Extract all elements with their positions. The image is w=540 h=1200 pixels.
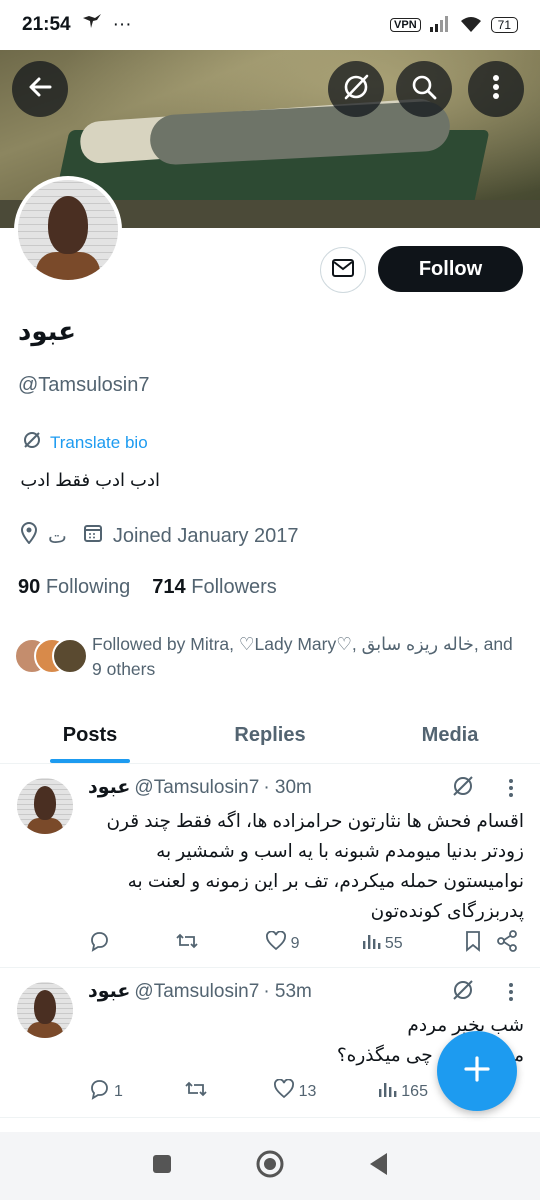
repost-icon — [184, 1078, 208, 1105]
heart-icon — [273, 1078, 295, 1104]
system-nav-bar — [0, 1132, 540, 1200]
avatar[interactable] — [17, 778, 73, 834]
followers-link[interactable]: 714 Followers — [152, 576, 277, 599]
profile-bio: ادب ادب فقط ادب — [20, 470, 160, 490]
views-button[interactable]: 55 — [361, 931, 403, 956]
back-button[interactable] — [12, 61, 68, 117]
followed-by[interactable]: Followed by Mitra, ♡Lady Mary♡, خاله ریز… — [14, 632, 524, 682]
following-label: Following — [45, 576, 131, 598]
profile-meta: ت Joined January 2017 — [20, 522, 299, 550]
post-item[interactable]: عبود @Tamsulosin7 · 30m اقسام فحش ها نثا… — [0, 764, 540, 968]
battery-indicator: 71 — [490, 17, 518, 33]
post-header: عبود @Tamsulosin7 · 53m — [88, 980, 312, 1003]
profile-avatar[interactable] — [14, 176, 122, 284]
reply-button[interactable] — [88, 930, 114, 957]
avatar — [52, 638, 88, 674]
search-button[interactable] — [396, 61, 452, 117]
profile-handle: @Tamsulosin7 — [18, 374, 150, 396]
joined-date: Joined January 2017 — [112, 524, 299, 547]
more-button[interactable] — [468, 61, 524, 117]
post-more-icon[interactable] — [508, 982, 514, 1007]
vpn-badge: VPN — [390, 18, 421, 32]
tab-media[interactable]: Media — [360, 708, 540, 763]
circle-icon[interactable] — [255, 1149, 285, 1184]
like-button[interactable]: 9 — [265, 930, 300, 956]
avatar[interactable] — [17, 982, 73, 1038]
post-author-handle[interactable]: @Tamsulosin7 — [134, 777, 259, 799]
status-bar: 21:54 ··· VPN 71 — [0, 0, 540, 50]
wifi-icon — [459, 15, 483, 36]
grok-icon[interactable] — [451, 978, 475, 1007]
signal-icon — [429, 15, 451, 36]
post-author-handle[interactable]: @Tamsulosin7 — [134, 981, 259, 1003]
location-icon — [20, 522, 38, 550]
post-time: · 30m — [263, 776, 312, 798]
bird-icon — [81, 12, 103, 38]
follow-button[interactable]: Follow — [378, 246, 523, 292]
compose-button[interactable] — [437, 1031, 517, 1111]
tab-posts[interactable]: Posts — [0, 708, 180, 763]
post-more-icon[interactable] — [508, 778, 514, 803]
view-count: 55 — [384, 934, 403, 952]
message-button[interactable] — [320, 247, 366, 293]
arrow-left-icon — [26, 73, 54, 106]
mail-icon — [331, 258, 355, 283]
reply-icon — [88, 930, 110, 957]
followers-label: Followers — [191, 576, 277, 598]
repost-button[interactable] — [184, 1078, 212, 1105]
profile-location: ت — [48, 525, 67, 548]
grok-icon[interactable] — [451, 774, 475, 803]
grok-icon — [22, 430, 42, 455]
following-count: 90 — [18, 576, 41, 598]
post-actions: 9 55 — [88, 930, 518, 957]
post-time: · 53m — [263, 980, 312, 1002]
repost-icon — [175, 930, 199, 957]
overflow-indicator: ··· — [112, 14, 132, 35]
translate-bio-label: Translate bio — [50, 432, 148, 452]
like-button[interactable]: 13 — [273, 1078, 317, 1104]
followers-count: 714 — [152, 576, 186, 598]
triangle-back-icon[interactable] — [367, 1151, 389, 1182]
views-button[interactable]: 165 — [377, 1079, 428, 1104]
share-icon[interactable] — [496, 930, 518, 957]
more-vertical-icon — [492, 74, 500, 105]
reply-button[interactable]: 1 — [88, 1078, 123, 1105]
view-count: 165 — [401, 1082, 428, 1100]
post-text: اقسام فحش ها نثارتون حرامزاده ها، اگه فق… — [106, 810, 524, 921]
reply-icon — [88, 1078, 110, 1105]
post-header: عبود @Tamsulosin7 · 30m — [88, 776, 312, 799]
profile-tabs: Posts Replies Media — [0, 708, 540, 764]
calendar-icon — [83, 523, 103, 549]
followed-by-avatars — [14, 638, 88, 678]
clock: 21:54 — [22, 14, 71, 35]
grok-button[interactable] — [328, 61, 384, 117]
post-author-name[interactable]: عبود — [88, 980, 130, 1003]
translate-bio-link[interactable]: Translate bio — [22, 430, 148, 455]
followed-by-text: Followed by Mitra, ♡Lady Mary♡, خاله ریز… — [92, 634, 513, 679]
grok-icon — [341, 72, 371, 107]
like-count: 9 — [290, 934, 300, 952]
post-author-name[interactable]: عبود — [88, 776, 130, 799]
views-icon — [361, 931, 381, 956]
search-icon — [410, 73, 438, 106]
like-count: 13 — [298, 1082, 317, 1100]
heart-icon — [265, 930, 287, 956]
square-icon[interactable] — [151, 1153, 173, 1180]
follow-counts: 90 Following 714 Followers — [18, 576, 277, 599]
following-link[interactable]: 90 Following — [18, 576, 130, 599]
views-icon — [377, 1079, 397, 1104]
plus-icon — [462, 1054, 492, 1089]
post-actions: 1 13 165 — [88, 1078, 428, 1105]
profile-name: عبود — [18, 316, 77, 346]
reply-count: 1 — [114, 1082, 123, 1100]
repost-button[interactable] — [175, 930, 203, 957]
bookmark-icon[interactable] — [464, 930, 482, 957]
post-end-actions — [464, 930, 518, 957]
tab-replies[interactable]: Replies — [180, 708, 360, 763]
